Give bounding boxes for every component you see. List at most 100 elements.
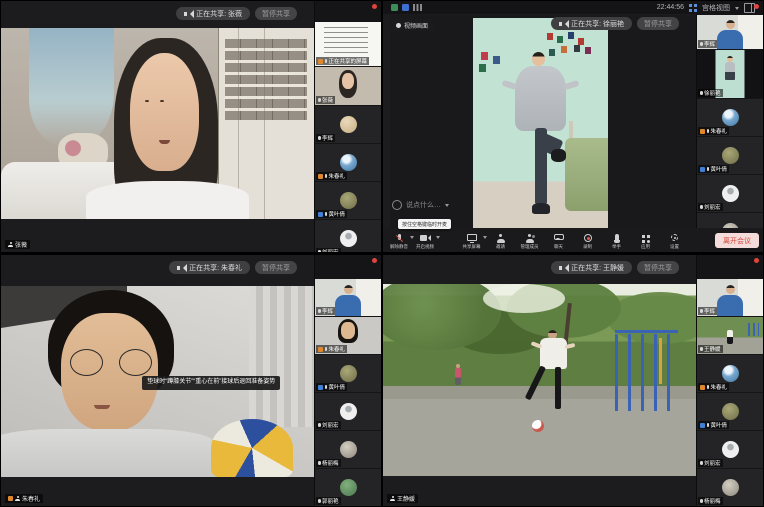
participant-label: 王静媛 [698, 345, 723, 353]
participants-sidebar[interactable]: 李辉 徐丽艳 朱春礼 [696, 1, 763, 228]
participant-tile[interactable]: 刘丽宏 [697, 431, 763, 468]
toolbar-button[interactable]: 聊天 [549, 234, 569, 251]
status-badge [700, 129, 705, 134]
close-icon[interactable] [372, 4, 377, 9]
toolbar-button-label: 共享屏幕 [463, 244, 481, 250]
meeting-window-bottom-left: 正在共享: 朱春礼 暂停共享 垫球时“蹲膝关节”“重心在前”接球后退回准备姿势 … [1, 255, 381, 506]
participant-name: 刘丽宏 [322, 248, 339, 252]
pause-share-button[interactable]: 暂停共享 [637, 261, 679, 274]
participant-tile[interactable]: 王静媛 [697, 317, 763, 354]
close-icon[interactable] [754, 258, 759, 263]
participant-tile[interactable]: 黄叶倩 [315, 182, 381, 219]
network-icon [402, 4, 409, 11]
status-badge [318, 385, 323, 390]
participant-tile[interactable]: 李辉 [697, 15, 763, 49]
participant-label: 郭丽艳 [316, 497, 341, 505]
participants-sidebar[interactable]: 李辉 朱春礼 黄叶倩 [314, 255, 381, 506]
toolbar-button[interactable]: 共享屏幕 [462, 234, 482, 251]
close-icon[interactable] [754, 4, 759, 9]
participant-tile[interactable]: 张薇 [315, 67, 381, 105]
toolbar-button[interactable]: 录制 [578, 234, 598, 251]
main-video [473, 18, 608, 233]
participant-tile[interactable]: 黄叶倩 [315, 355, 381, 392]
participant-label: 刘丽宏 [316, 421, 341, 429]
curtain-decor [29, 28, 114, 146]
participant-tile[interactable]: 李辉 [315, 279, 381, 316]
participant-tile[interactable]: 李辉 [697, 279, 763, 316]
invite-icon [496, 234, 506, 243]
chat-icon [554, 234, 564, 243]
muted-speaker-icon [184, 10, 192, 18]
clock-time: 22:44:56 [657, 4, 684, 11]
participant-tile[interactable]: 黄叶倩 [697, 137, 763, 174]
participant-tile[interactable]: 杨丽梅 [697, 469, 763, 506]
toolbar-button[interactable]: 管理成员 [520, 234, 540, 251]
participant-tile[interactable]: 徐丽艳 [697, 50, 763, 98]
participants-sidebar[interactable]: 李辉 王静媛 朱春礼 [696, 255, 763, 506]
settings-icon [670, 234, 680, 243]
muted-speaker-icon [177, 264, 185, 272]
participant-name: 黄叶倩 [711, 421, 728, 429]
participant-tile[interactable]: 李辉 [315, 106, 381, 143]
sharing-status-text: 正在共享: 张薇 [196, 9, 242, 19]
mic-icon [318, 423, 321, 428]
participant-tile[interactable]: 朱春礼 [315, 317, 381, 354]
mic-icon [318, 499, 321, 504]
chat-input[interactable]: 说点什么… [392, 200, 449, 210]
participant-tile[interactable]: 杨丽梅 [315, 431, 381, 468]
mic-icon [700, 42, 703, 47]
close-icon[interactable] [372, 258, 377, 263]
members-icon [525, 234, 535, 243]
participant-tile[interactable]: 黄叶倩 [697, 393, 763, 430]
participant-tile[interactable]: 正在共享的屏幕 [315, 22, 381, 66]
view-toggle-label[interactable]: 宫格视图 [702, 3, 730, 13]
pause-share-button[interactable]: 暂停共享 [255, 7, 297, 20]
speaker-shirt [1, 429, 215, 477]
meeting-window-top-right: 22:44:56 宫格视图 正在共享: 徐丽艳 暂停共享 视频画面 [383, 1, 763, 252]
participant-tile[interactable]: 郭丽艳 [315, 469, 381, 506]
toolbar-button[interactable]: 邀请 [491, 234, 511, 251]
participant-label: 朱春礼 [316, 172, 347, 180]
sharing-status-text: 正在共享: 徐丽艳 [571, 19, 624, 29]
toolbar-button[interactable]: 举手 [607, 234, 627, 251]
participant-tile[interactable]: 朱春礼 [315, 144, 381, 181]
participant-name: 王静媛 [704, 345, 721, 353]
participant-tile[interactable]: 刘丽宏 [315, 393, 381, 430]
leave-meeting-button[interactable]: 离开会议 [715, 233, 759, 248]
participant-tile[interactable]: 朱春礼 [697, 355, 763, 392]
mic-icon [700, 205, 703, 210]
mic-icon [325, 347, 328, 352]
sharing-status-pill: 正在共享: 王静媛 [551, 261, 632, 274]
participant-name: 李辉 [704, 307, 715, 315]
chevron-down-icon[interactable] [483, 236, 487, 241]
participant-label: 黄叶倩 [698, 165, 729, 173]
chevron-down-icon [445, 204, 449, 209]
participant-tile[interactable]: 朱春礼 [697, 99, 763, 136]
participant-name: 徐丽艳 [704, 89, 721, 97]
participants-sidebar[interactable]: 正在共享的屏幕 张薇 李辉 [314, 1, 381, 252]
toolbar-button-label: 应用 [641, 244, 650, 250]
participant-tile[interactable]: 刘丽宏 [315, 220, 381, 252]
toolbar-button-label: 举手 [612, 244, 621, 250]
chat-placeholder: 说点什么… [406, 200, 441, 210]
participant-name: 张薇 [322, 96, 333, 104]
participant-name: 李辉 [322, 307, 333, 315]
toolbar-button[interactable]: 设置 [665, 234, 685, 251]
pause-share-button[interactable]: 暂停共享 [637, 17, 679, 30]
mic-icon [707, 423, 710, 428]
toolbar-button[interactable]: 应用 [636, 234, 656, 251]
participant-label: 李辉 [316, 307, 335, 315]
participant-name: 刘丽宏 [704, 459, 721, 467]
glasses-decor [70, 349, 152, 374]
speaker-name: 朱春礼 [22, 494, 40, 503]
speaker-shoe [532, 203, 550, 214]
status-badge [318, 59, 323, 64]
participant-label: 黄叶倩 [698, 421, 729, 429]
meeting-window-top-left: 正在共享: 张薇 暂停共享 张薇 正在共享的屏 [1, 1, 381, 252]
pause-share-button[interactable]: 暂停共享 [255, 261, 297, 274]
participant-tile[interactable]: 刘丽宏 [697, 175, 763, 212]
photo-wall-decor [481, 52, 488, 60]
status-badge [318, 174, 323, 179]
mic-icon [325, 212, 328, 217]
mic-icon [318, 98, 321, 103]
